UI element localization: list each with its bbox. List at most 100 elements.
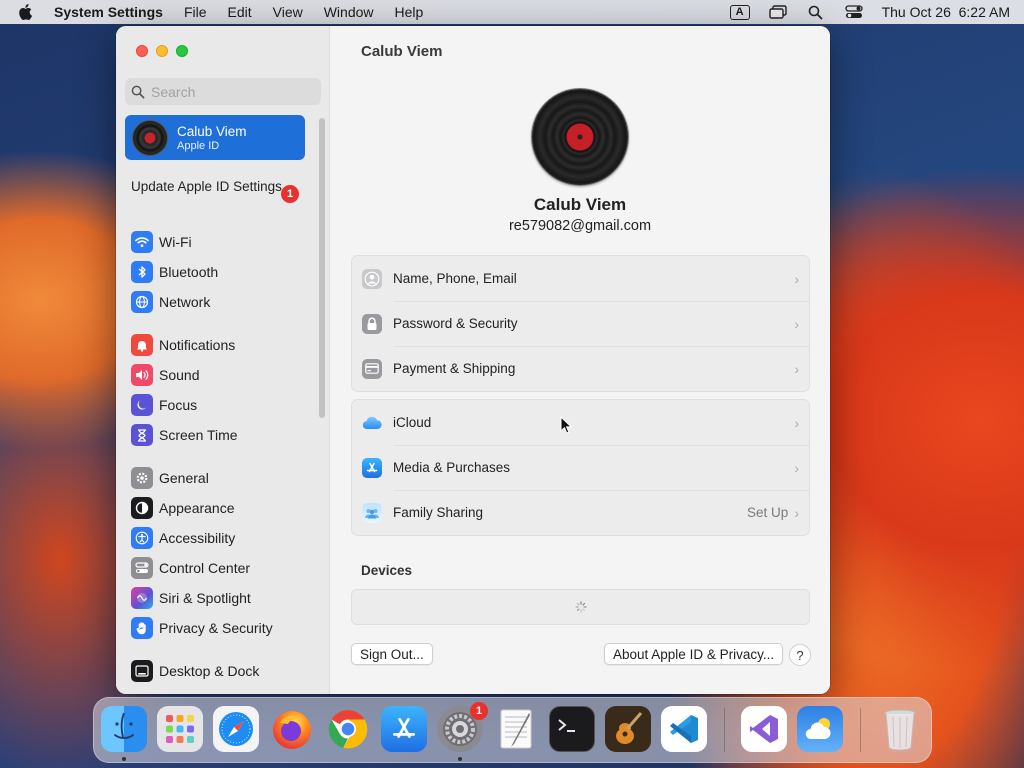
menu-view[interactable]: View (273, 4, 303, 20)
vscode-icon[interactable] (661, 706, 707, 752)
control-center-menu-icon[interactable] (844, 4, 864, 20)
row-name-phone-email[interactable]: Name, Phone, Email › (352, 256, 809, 301)
menu-bar-clock[interactable]: Thu Oct 26 6:22 AM (882, 4, 1010, 20)
sidebar-item-label: Sound (159, 367, 200, 383)
update-apple-id-settings[interactable]: Update Apple ID Settings (131, 179, 301, 195)
sidebar-item-accessibility[interactable]: Accessibility (131, 525, 311, 551)
sidebar-item-label: Siri & Spotlight (159, 590, 251, 606)
appearance-icon (131, 497, 153, 519)
sidebar-item-privacy-security[interactable]: Privacy & Security (131, 615, 311, 641)
wifi-icon (131, 231, 153, 253)
sidebar-item-focus[interactable]: Focus (131, 392, 311, 418)
search-field[interactable] (125, 78, 321, 105)
chevron-right-icon: › (794, 414, 799, 431)
row-family-sharing[interactable]: Family Sharing Set Up › (352, 490, 809, 535)
sidebar-item-control-center[interactable]: Control Center (131, 555, 311, 581)
sidebar-item-notifications[interactable]: Notifications (131, 332, 311, 358)
profile-email: re579082@gmail.com (508, 218, 652, 234)
finder-running-indicator (122, 757, 126, 761)
trash-icon[interactable] (877, 706, 923, 752)
sidebar-item-desktop-dock[interactable]: Desktop & Dock (131, 658, 311, 684)
menu-window[interactable]: Window (324, 4, 374, 20)
launchpad-icon[interactable] (157, 706, 203, 752)
account-name: Calub Viem (177, 123, 247, 139)
row-payment-shipping[interactable]: Payment & Shipping › (352, 346, 809, 391)
firefox-icon[interactable] (269, 706, 315, 752)
sidebar-item-apple-id[interactable]: Calub Viem Apple ID (125, 115, 305, 160)
hand-icon (131, 617, 153, 639)
sidebar-item-appearance[interactable]: Appearance (131, 495, 311, 521)
profile-name: Calub Viem (533, 195, 627, 214)
about-apple-id-privacy-button[interactable]: About Apple ID & Privacy... (604, 643, 784, 665)
sign-out-button[interactable]: Sign Out... (351, 643, 433, 665)
apple-menu-icon[interactable] (18, 4, 36, 20)
sidebar: Calub Viem Apple ID Update Apple ID Sett… (116, 26, 330, 694)
window-controls (136, 45, 188, 57)
main-content: Calub Viem Calub Viem re579082@gmail.com… (330, 26, 830, 694)
family-icon (362, 502, 382, 523)
profile-avatar[interactable] (531, 88, 629, 186)
mouse-cursor-icon (560, 416, 572, 434)
safari-icon[interactable] (213, 706, 259, 752)
row-password-security[interactable]: Password & Security › (352, 301, 809, 346)
cloud-icon (362, 413, 382, 433)
sidebar-item-general[interactable]: General (131, 465, 311, 491)
sidebar-item-screen-time[interactable]: Screen Time (131, 422, 311, 448)
menu-file[interactable]: File (184, 4, 207, 20)
row-label: Name, Phone, Email (393, 271, 517, 286)
help-button[interactable]: ? (789, 644, 811, 666)
screen-mirroring-icon[interactable] (768, 4, 788, 20)
input-source-icon[interactable]: A (729, 4, 750, 20)
row-media-purchases[interactable]: Media & Purchases › (352, 445, 809, 490)
card-icon (362, 358, 382, 379)
sidebar-item-label: Bluetooth (159, 264, 219, 280)
row-icloud[interactable]: iCloud › (352, 400, 809, 445)
sidebar-item-network[interactable]: Network (131, 289, 311, 315)
lock-icon (362, 313, 382, 334)
textedit-icon[interactable] (493, 706, 539, 752)
terminal-icon[interactable] (549, 706, 595, 752)
search-input[interactable] (151, 83, 311, 100)
weather-icon[interactable] (797, 706, 843, 752)
menu-app-name[interactable]: System Settings (54, 4, 163, 20)
system-settings-badge: 1 (470, 702, 488, 720)
control-center-icon (131, 557, 153, 579)
menu-edit[interactable]: Edit (228, 4, 252, 20)
siri-icon (131, 587, 153, 609)
devices-heading: Devices (361, 563, 413, 578)
dock-separator (724, 708, 725, 752)
menu-help[interactable]: Help (395, 4, 424, 20)
update-badge: 1 (281, 185, 299, 203)
sidebar-scrollbar[interactable] (319, 118, 325, 418)
gear-icon (131, 467, 153, 489)
sidebar-item-wifi[interactable]: Wi-Fi (131, 229, 311, 255)
minimize-button[interactable] (156, 45, 168, 57)
chevron-right-icon: › (794, 459, 799, 476)
app-store-icon (362, 457, 382, 478)
accessibility-icon (131, 527, 153, 549)
sidebar-item-label: Desktop & Dock (159, 663, 260, 679)
spotlight-search-icon[interactable] (806, 4, 826, 20)
sidebar-item-label: Notifications (159, 337, 236, 353)
avatar (132, 119, 168, 156)
dock-separator (860, 708, 861, 752)
row-label: Media & Purchases (393, 460, 511, 475)
sidebar-item-sound[interactable]: Sound (131, 362, 311, 388)
close-button[interactable] (136, 45, 148, 57)
chrome-icon[interactable] (325, 706, 371, 752)
app-store-dock-icon[interactable] (381, 706, 427, 752)
sidebar-item-label: Accessibility (159, 530, 236, 546)
sidebar-item-label: Network (159, 294, 211, 310)
bluetooth-icon (131, 261, 153, 283)
sidebar-item-siri-spotlight[interactable]: Siri & Spotlight (131, 585, 311, 611)
finder-icon[interactable] (101, 706, 147, 752)
family-sharing-status: Set Up (747, 505, 789, 520)
loading-spinner-icon (574, 601, 587, 613)
zoom-button[interactable] (176, 45, 188, 57)
visual-studio-icon[interactable] (741, 706, 787, 752)
sidebar-item-bluetooth[interactable]: Bluetooth (131, 259, 311, 285)
garageband-icon[interactable] (605, 706, 651, 752)
row-label: Payment & Shipping (393, 361, 516, 376)
row-label: iCloud (393, 415, 432, 430)
page-title: Calub Viem (361, 43, 443, 60)
